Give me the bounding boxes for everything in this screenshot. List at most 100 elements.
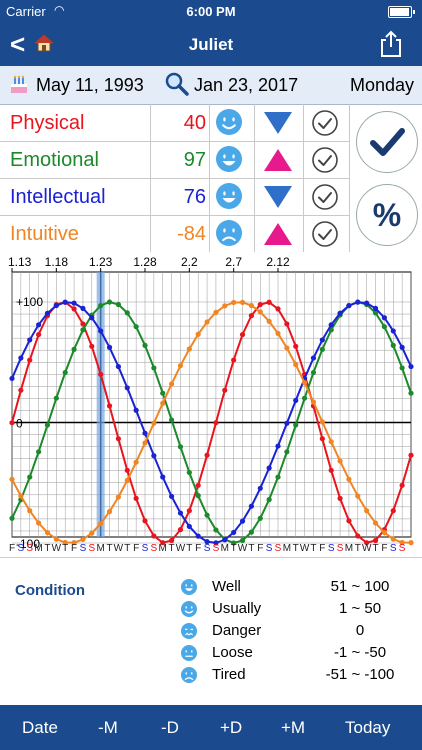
series-point-intellectual [284,420,290,426]
series-point-intuitive [133,459,139,465]
series-point-emotional [257,515,263,521]
condition-legend: Condition Well 51 ~ 100 Usually 1 ~ 50 D… [0,557,422,706]
series-point-physical [284,321,290,327]
day-letter: S [266,543,273,554]
day-letter: S [275,543,282,554]
series-point-physical [98,371,104,377]
series-point-physical [408,452,414,458]
series-point-emotional [390,342,396,348]
biorhythm-chart[interactable]: 1.13 1.18 1.23 1.28 2.2 2.7 2.12 +100 0 -100 F S S M T… [0,252,422,557]
current-date[interactable]: Jan 23, 2017 [194,75,298,96]
check-toggle[interactable] [311,183,339,211]
series-point-intellectual [80,305,86,311]
sad-face-icon [215,219,243,247]
series-point-intellectual [62,299,68,305]
series-point-intellectual [222,537,228,543]
row-label: Intuitive [10,223,79,245]
series-point-intuitive [346,476,352,482]
chart-canvas: 1.13 1.18 1.23 1.28 2.2 2.7 2.12+1000-100F S S M T… [0,252,422,557]
day-letter: T [169,543,175,554]
series-point-emotional [36,449,42,455]
series-point-intellectual [266,465,272,471]
series-point-physical [36,331,42,338]
minus-day-button[interactable]: -D [161,718,179,738]
series-point-intuitive [9,476,15,482]
series-point-intellectual [293,397,299,404]
series-point-emotional [160,390,166,396]
series-point-physical [293,343,299,349]
series-point-intellectual [98,328,104,334]
plus-day-button[interactable]: +D [220,718,242,738]
top-date-label: 1.23 [89,255,113,269]
svg-text:%: % [373,197,401,233]
series-point-intellectual [44,310,51,316]
series-point-physical [204,452,210,458]
day-letter: W [238,543,248,554]
series-point-physical [115,436,121,442]
series-point-intellectual [89,315,95,321]
row-value: 76 [183,186,206,208]
series-point-intellectual [177,510,184,516]
series-point-emotional [275,474,281,480]
series-point-intuitive [18,493,24,499]
percent-button[interactable]: % [356,184,418,246]
day-letter: T [62,543,68,554]
danger-face-icon [180,622,198,640]
day-letter: F [195,543,201,554]
series-point-physical [195,482,201,488]
day-letter: F [319,543,325,554]
share-icon[interactable] [378,30,404,58]
series-point-physical [106,403,113,409]
check-all-button[interactable] [356,111,418,173]
day-letter: S [328,543,335,554]
minus-month-button[interactable]: -M [98,718,118,738]
day-letter: M [283,543,291,554]
series-point-physical [142,518,148,524]
series-point-intellectual [27,337,33,343]
row-label: Physical [10,112,85,134]
series-point-intellectual [319,337,325,343]
check-toggle[interactable] [311,146,339,174]
nav-bar: < Juliet [0,22,422,66]
date-button[interactable]: Date [22,718,58,738]
check-toggle[interactable] [311,109,339,137]
day-letter: S [337,543,344,554]
today-button[interactable]: Today [345,718,390,738]
series-point-physical [18,387,24,393]
series-point-intellectual [169,493,175,499]
series-point-emotional [80,327,86,333]
series-point-physical [346,518,352,524]
series-point-intuitive [27,508,33,514]
series-point-emotional [213,527,219,533]
check-icon [370,128,405,156]
birth-date[interactable]: May 11, 1993 [36,75,144,96]
row-value: 97 [183,149,206,171]
series-point-intellectual [408,363,414,370]
check-toggle[interactable] [311,220,339,248]
date-row: May 11, 1993 Jan 23, 2017 Monday [0,66,422,105]
legend-range: -1 ~ -50 [333,644,387,661]
series-point-intuitive [284,345,290,351]
series-point-emotional [248,529,254,535]
legend-item: Tired -51 ~ -100 [180,664,410,686]
series-point-emotional [27,474,33,480]
day-letter: M [159,543,167,554]
series-point-intellectual [328,322,334,328]
series-point-physical [133,495,139,501]
series-point-intellectual [372,305,379,311]
plus-month-button[interactable]: +M [281,718,305,738]
day-letter: M [221,543,229,554]
row-value: 40 [183,112,206,134]
series-point-emotional [381,324,387,330]
day-letter: T [124,543,130,554]
series-point-intellectual [346,302,352,309]
series-point-intuitive [44,529,51,536]
series-point-emotional [98,303,104,309]
day-letter: S [151,543,158,554]
series-point-intellectual [364,300,370,306]
series-point-emotional [204,512,210,518]
day-letter: T [106,543,112,554]
series-point-intuitive [328,439,334,445]
series-point-intellectual [142,430,148,436]
row-emotional: Emotional 97 [0,141,350,179]
